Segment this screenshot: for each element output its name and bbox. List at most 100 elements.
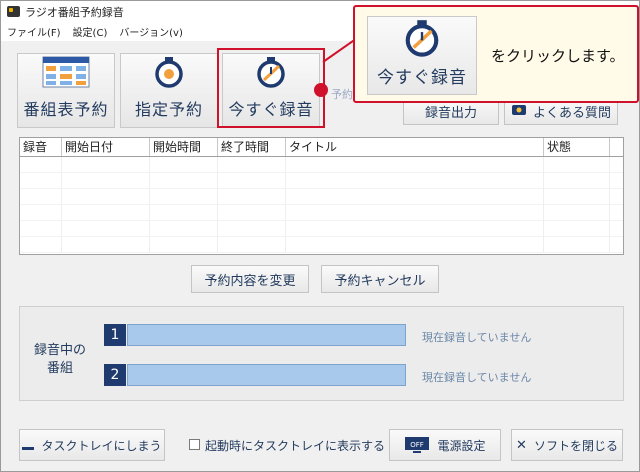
reservation-table[interactable]: 録音 開始日付 開始時間 終了時間 タイトル 状態 xyxy=(19,137,624,255)
power-settings-label: 電源設定 xyxy=(437,438,486,453)
callout-dot xyxy=(314,83,328,97)
menu-file[interactable]: ファイル(F) xyxy=(7,24,61,39)
table-row[interactable] xyxy=(20,173,623,189)
table-cell xyxy=(286,205,544,220)
record-now-label: 今すぐ録音 xyxy=(228,100,314,119)
table-body xyxy=(20,157,623,253)
table-cell xyxy=(20,157,62,172)
table-cell xyxy=(20,189,62,204)
table-cell xyxy=(286,173,544,188)
recording-group-label: 録音中の 番組 xyxy=(34,342,86,378)
table-cell xyxy=(544,157,610,172)
table-row[interactable] xyxy=(20,205,623,221)
power-off-icon-text: OFF xyxy=(411,441,425,449)
table-cell xyxy=(544,173,610,188)
table-cell xyxy=(150,221,218,236)
menu-version[interactable]: バージョン(v) xyxy=(119,24,183,39)
instruction-callout: 今すぐ録音 をクリックします。 xyxy=(353,5,639,103)
edit-reservation-label: 予約内容を変更 xyxy=(204,273,296,289)
slot-2-status: 現在録音していません xyxy=(422,371,532,384)
table-cell xyxy=(544,189,610,204)
slot-2-bar xyxy=(127,364,406,386)
faq-label: よくある質問 xyxy=(532,105,611,121)
callout-instruction: をクリックします。 xyxy=(491,47,625,65)
table-cell xyxy=(150,189,218,204)
window-title: ラジオ番組予約録音 xyxy=(25,5,124,19)
power-off-icon: OFF xyxy=(405,437,430,453)
callout-record-now-button: 今すぐ録音 xyxy=(367,16,477,95)
table-cell xyxy=(20,205,62,220)
table-cell xyxy=(150,237,218,252)
column-header[interactable]: 終了時間 xyxy=(218,138,286,156)
minimize-icon xyxy=(22,446,35,450)
table-cell xyxy=(286,237,544,252)
footer-bar: タスクトレイにしまう 起動時にタスクトレイに表示する OFF 電源設定 ✕ ソフ… xyxy=(1,421,639,471)
table-cell xyxy=(150,157,218,172)
column-header[interactable]: 開始時間 xyxy=(150,138,218,156)
recording-group: 録音中の 番組 1 現在録音していません 2 現在録音していません xyxy=(19,306,624,401)
table-cell xyxy=(218,221,286,236)
edit-reservation-button[interactable]: 予約内容を変更 xyxy=(191,265,309,293)
table-cell xyxy=(286,221,544,236)
close-app-label: ソフトを閉じる xyxy=(533,438,618,453)
menu-settings[interactable]: 設定(C) xyxy=(73,24,108,39)
table-cell xyxy=(150,205,218,220)
table-cell xyxy=(544,237,610,252)
table-cell xyxy=(150,173,218,188)
close-app-button[interactable]: ✕ ソフトを閉じる xyxy=(511,429,623,461)
cancel-reservation-button[interactable]: 予約キャンセル xyxy=(321,265,439,293)
table-cell xyxy=(218,189,286,204)
manual-reserve-button[interactable]: 指定予約 xyxy=(120,53,218,128)
minimize-to-tray-button[interactable]: タスクトレイにしまう xyxy=(19,429,165,461)
power-settings-button[interactable]: OFF 電源設定 xyxy=(389,429,501,461)
cancel-reservation-label: 予約キャンセル xyxy=(334,273,426,289)
table-cell xyxy=(20,173,62,188)
table-row[interactable] xyxy=(20,237,623,253)
recording-group-label-line2: 番組 xyxy=(47,361,74,376)
table-cell xyxy=(62,237,150,252)
table-cell xyxy=(62,189,150,204)
slot-1-number: 1 xyxy=(104,324,126,346)
table-cell xyxy=(544,205,610,220)
table-cell xyxy=(20,237,62,252)
app-window: ラジオ番組予約録音 ファイル(F) 設定(C) バージョン(v) 番組表予約 指… xyxy=(0,0,640,472)
callout-button-label: 今すぐ録音 xyxy=(377,68,467,88)
export-label: 録音出力 xyxy=(424,105,477,121)
close-icon: ✕ xyxy=(516,437,527,453)
table-cell xyxy=(218,237,286,252)
recording-group-label-line1: 録音中の xyxy=(34,343,87,358)
faq-icon xyxy=(511,105,526,115)
schedule-button-label: 番組表予約 xyxy=(23,100,109,119)
slot-1-bar xyxy=(127,324,406,346)
record-now-button[interactable]: 今すぐ録音 xyxy=(222,53,320,128)
table-cell xyxy=(20,221,62,236)
schedule-button[interactable]: 番組表予約 xyxy=(17,53,115,128)
column-header[interactable]: タイトル xyxy=(286,138,544,156)
callout-pointer xyxy=(322,39,355,63)
table-cell xyxy=(62,173,150,188)
startup-tray-checkbox[interactable] xyxy=(189,439,200,450)
table-cell xyxy=(62,157,150,172)
minimize-to-tray-label: タスクトレイにしまう xyxy=(41,438,162,453)
hidden-toolbar-label: 予約 xyxy=(331,88,353,101)
table-cell xyxy=(544,221,610,236)
table-row[interactable] xyxy=(20,221,623,237)
stopwatch-record-icon xyxy=(405,20,439,57)
column-header[interactable]: 開始日付 xyxy=(62,138,150,156)
table-cell xyxy=(62,205,150,220)
column-header[interactable]: 状態 xyxy=(544,138,610,156)
slot-1-status: 現在録音していません xyxy=(422,331,532,344)
table-cell xyxy=(286,157,544,172)
tv-guide-icon xyxy=(42,56,90,88)
table-cell xyxy=(218,205,286,220)
table-row[interactable] xyxy=(20,189,623,205)
stopwatch-icon xyxy=(155,57,183,88)
startup-tray-label: 起動時にタスクトレイに表示する xyxy=(205,439,386,453)
table-cell xyxy=(218,173,286,188)
table-cell xyxy=(218,157,286,172)
table-row[interactable] xyxy=(20,157,623,173)
column-header[interactable]: 録音 xyxy=(20,138,62,156)
slot-2-number: 2 xyxy=(104,364,126,386)
table-cell xyxy=(62,221,150,236)
stopwatch-record-icon xyxy=(257,57,285,88)
